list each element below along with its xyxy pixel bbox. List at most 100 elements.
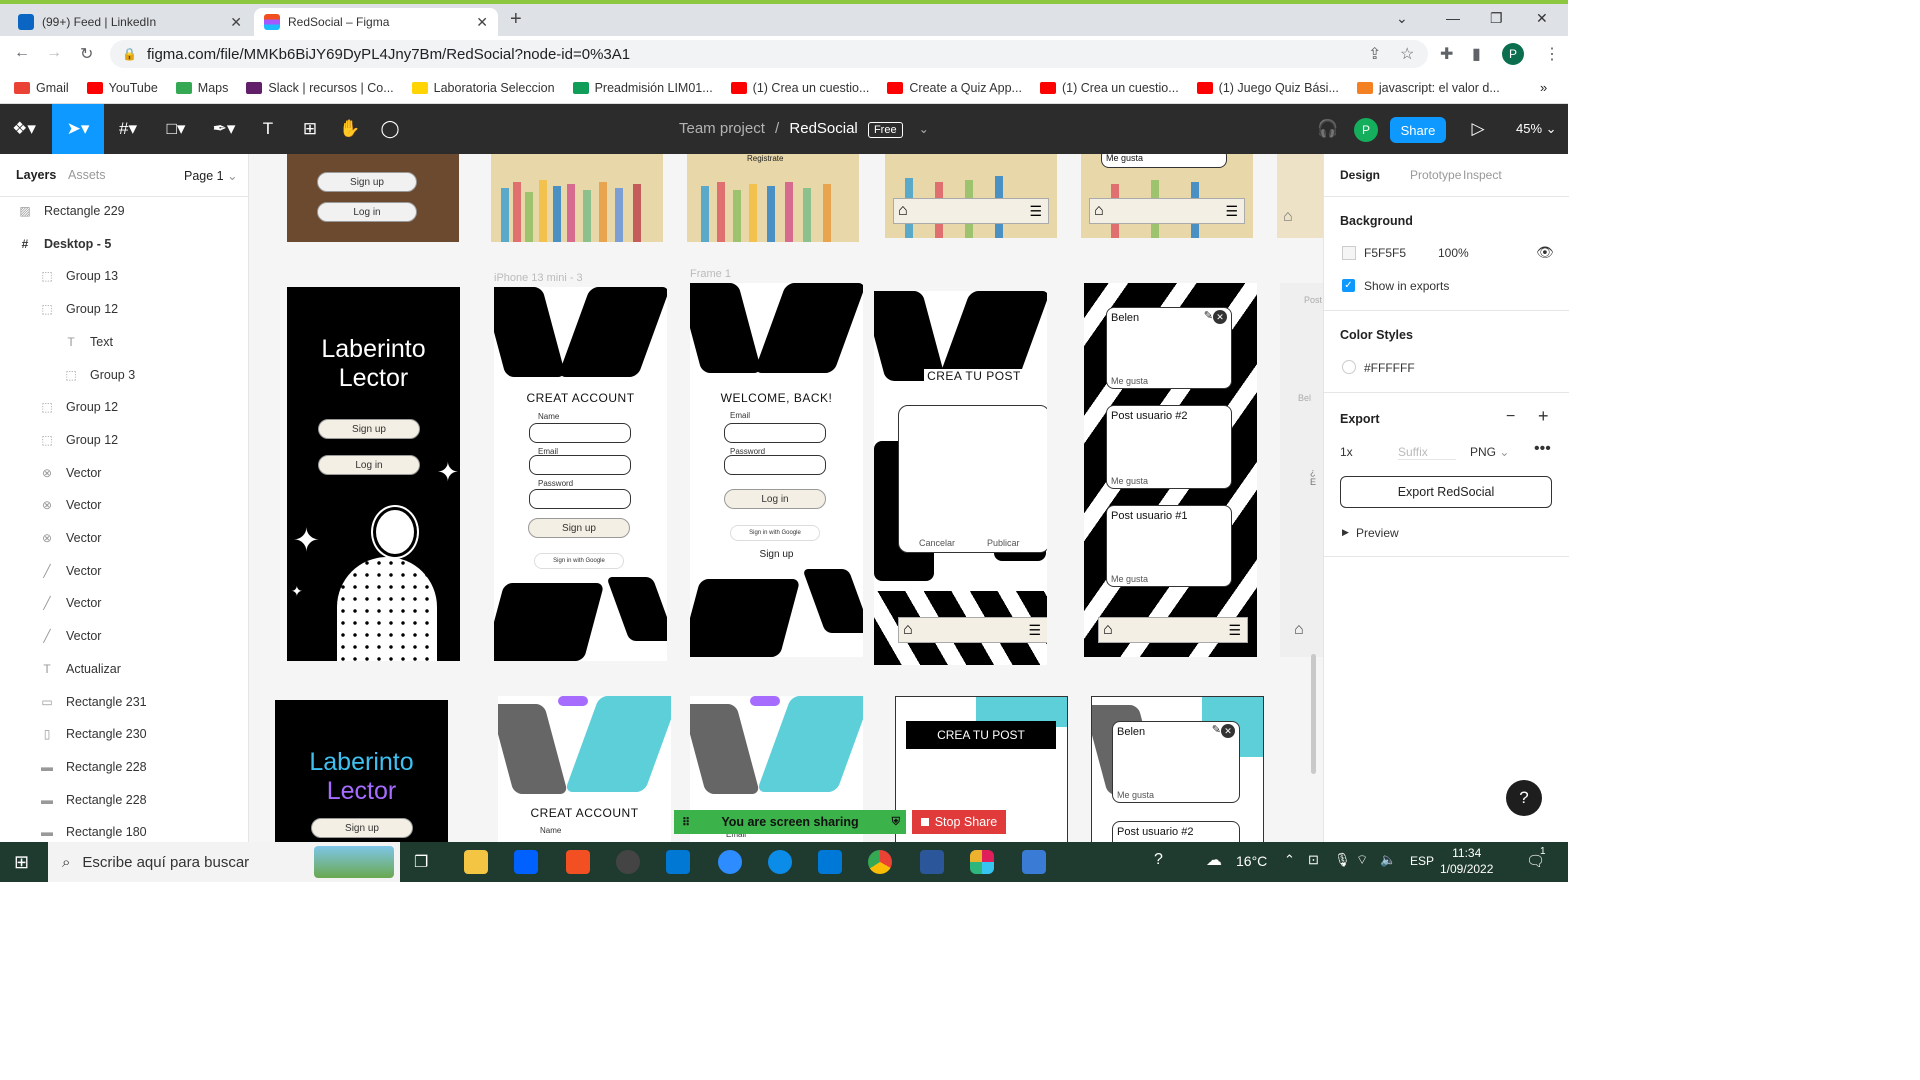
forward-icon[interactable]: → (46, 44, 62, 62)
frame-brand-color[interactable]: Laberinto Lector Sign up (275, 700, 448, 842)
temperature-text[interactable]: 16°C (1236, 853, 1267, 869)
file-explorer-icon[interactable] (464, 850, 488, 874)
layer-row[interactable]: ⬚ Group 12 (0, 424, 249, 456)
close-tab-icon[interactable]: ✕ (230, 14, 242, 31)
tab-search-icon[interactable]: ⌄ (1396, 10, 1408, 27)
frame-crea-post[interactable]: CREA TU POST Cancelar Publicar ⌂ ☰ (874, 291, 1047, 665)
shape-tool-icon[interactable]: □▾ (156, 104, 196, 154)
help-button[interactable]: ? (1506, 780, 1542, 816)
color-style-swatch[interactable] (1342, 360, 1356, 374)
browser-menu-icon[interactable]: ⋮ (1544, 44, 1560, 64)
more-bookmarks-icon[interactable]: » (1540, 80, 1547, 95)
profile-avatar[interactable]: P (1502, 43, 1524, 65)
app-circle-icon[interactable] (616, 850, 640, 874)
tab-design[interactable]: Design (1340, 168, 1380, 182)
layer-row[interactable]: ╱ Vector (0, 620, 249, 652)
frame-create-account[interactable]: CREAT ACCOUNT Name Email Password Sign u… (494, 287, 667, 661)
export-format-select[interactable]: PNG ⌄ (1470, 445, 1509, 459)
frame-top-3[interactable]: Registrate (687, 154, 859, 242)
figma-main-menu-icon[interactable]: ❖▾ (2, 104, 46, 154)
vertical-scrollbar[interactable] (1311, 654, 1316, 774)
bg-hex-value[interactable]: F5F5F5 (1364, 246, 1406, 260)
tab-assets[interactable]: Assets (68, 168, 106, 182)
tab-figma[interactable]: RedSocial – Figma ✕ (254, 8, 498, 36)
frame-brand[interactable]: Laberinto Lector Sign up Log in ✦ ✦ ✦ (287, 287, 460, 661)
layer-row[interactable]: ⊗ Vector (0, 489, 249, 521)
bookmark-item[interactable]: YouTube (86, 81, 158, 95)
frame-top-4[interactable]: ⌂ ☰ (885, 154, 1057, 238)
clock[interactable]: 11:34 1/09/2022 (1440, 845, 1493, 877)
hand-tool-icon[interactable]: ✋ (330, 104, 370, 154)
close-window-icon[interactable]: ✕ (1536, 10, 1548, 27)
frame-label-frame1[interactable]: Frame 1 (690, 268, 731, 280)
layer-row[interactable]: ▬ Rectangle 228 (0, 784, 249, 816)
volume-icon[interactable]: 🔈 (1380, 852, 1396, 868)
chrome-icon[interactable] (868, 850, 892, 874)
windows-start-icon[interactable]: ⊞ (14, 852, 29, 873)
bookmark-item[interactable]: (1) Juego Quiz Bási... (1196, 81, 1339, 95)
layer-row[interactable]: ⬚ Group 12 (0, 293, 249, 325)
reload-icon[interactable]: ↻ (80, 44, 93, 64)
word-icon[interactable] (920, 850, 944, 874)
move-tool-icon[interactable]: ➤▾ (52, 104, 104, 154)
tab-inspect[interactable]: Inspect (1463, 168, 1502, 182)
tab-linkedin[interactable]: (99+) Feed | LinkedIn ✕ (8, 8, 252, 36)
layer-row[interactable]: ⬚ Group 3 (0, 359, 249, 391)
back-icon[interactable]: ← (14, 44, 30, 62)
bookmark-item[interactable]: Create a Quiz App... (887, 81, 1022, 95)
frame-tool-icon[interactable]: #▾ (108, 104, 148, 154)
frame-top-6[interactable]: ⌂ (1277, 154, 1323, 238)
bookmark-item[interactable]: (1) Crea un cuestio... (730, 81, 869, 95)
design-canvas[interactable]: Sign up Log in Registrate ⌂ ☰ Me gusta ⌂… (249, 154, 1323, 842)
minimize-icon[interactable]: — (1446, 10, 1460, 26)
file-name[interactable]: RedSocial (789, 120, 857, 137)
layer-row[interactable]: # Desktop - 5 (0, 228, 249, 260)
frame-welcome-back[interactable]: WELCOME, BACK! Email Password Log in Sig… (690, 283, 863, 657)
help-circle-icon[interactable]: ? (1154, 851, 1163, 869)
visibility-eye-icon[interactable]: 👁 (1536, 244, 1554, 261)
bookmark-item[interactable]: Gmail (14, 81, 69, 95)
frame-feed[interactable]: Belen ✎ ✕ Me gusta Post usuario #2 Me gu… (1084, 283, 1257, 657)
task-view-icon[interactable]: ❐ (414, 852, 428, 872)
edge-icon[interactable] (768, 850, 792, 874)
stop-share-button[interactable]: Stop Share (912, 810, 1006, 834)
tab-prototype[interactable]: Prototype (1410, 168, 1461, 182)
zoom-app-icon[interactable] (718, 850, 742, 874)
user-avatar[interactable]: P (1354, 118, 1378, 142)
text-tool-icon[interactable]: T (248, 104, 288, 154)
weather-cloud-icon[interactable]: ☁ (1206, 850, 1222, 870)
layer-row[interactable]: ▭ Rectangle 231 (0, 686, 249, 718)
layer-row[interactable]: ╱ Vector (0, 555, 249, 587)
page-selector[interactable]: Page 1 ⌄ (184, 168, 238, 183)
vscode-icon[interactable] (818, 850, 842, 874)
audio-headphones-icon[interactable]: 🎧 (1308, 104, 1348, 154)
present-play-icon[interactable]: ▷ (1458, 104, 1498, 154)
tray-expand-icon[interactable]: ⌃ (1284, 852, 1295, 868)
team-name[interactable]: Team project (679, 120, 765, 137)
bg-color-swatch[interactable] (1342, 246, 1356, 260)
bookmark-item[interactable]: (1) Crea un cuestio... (1039, 81, 1179, 95)
frame-top-1[interactable]: Sign up Log in (287, 154, 459, 242)
microphone-icon[interactable]: 🎙 (1334, 852, 1351, 868)
more-options-icon[interactable]: ••• (1534, 440, 1551, 458)
comment-tool-icon[interactable]: ◯ (370, 104, 410, 154)
layer-row[interactable]: T Text (0, 326, 249, 358)
new-tab-icon[interactable]: + (510, 8, 522, 31)
slack-icon[interactable] (970, 850, 994, 874)
bg-opacity-value[interactable]: 100% (1438, 246, 1469, 260)
wifi-icon[interactable]: ⌔ (1356, 852, 1368, 868)
bookmark-item[interactable]: Slack | recursos | Co... (246, 81, 394, 95)
show-in-exports-checkbox[interactable]: ✓ (1342, 279, 1355, 292)
language-indicator[interactable]: ESP (1410, 854, 1434, 868)
bookmark-item[interactable]: Preadmisión LIM01... (572, 81, 713, 95)
frame-create-account-color[interactable]: CREAT ACCOUNT Name (498, 696, 671, 842)
frame-feed-color[interactable]: Belen ✎ ✕ Me gusta Post usuario #2 (1091, 696, 1264, 842)
taskbar-search[interactable]: ⌕ Escribe aquí para buscar (48, 842, 400, 882)
frame-label-iphone[interactable]: iPhone 13 mini - 3 (494, 272, 583, 284)
tab-layers[interactable]: Layers (16, 168, 56, 182)
bookmark-item[interactable]: Laboratoria Seleccion (411, 81, 555, 95)
preview-toggle[interactable]: Preview (1356, 526, 1399, 540)
file-menu-chevron-icon[interactable]: ⌄ (919, 122, 929, 136)
bookmark-item[interactable]: Maps (175, 81, 228, 95)
side-panel-icon[interactable]: ▮ (1472, 44, 1481, 64)
